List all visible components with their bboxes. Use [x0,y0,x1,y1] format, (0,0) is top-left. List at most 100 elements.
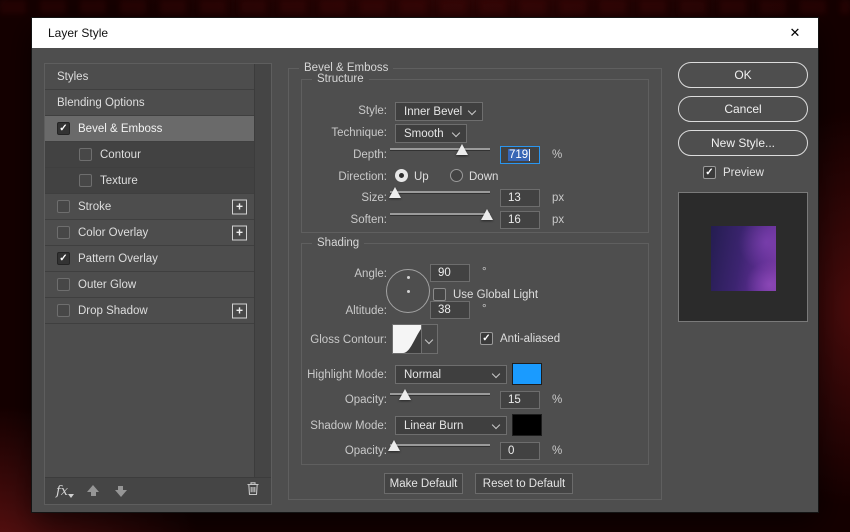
dial-center-dot [407,290,410,293]
highlight-color-swatch[interactable] [512,363,542,385]
preview-label: Preview [723,167,764,179]
dialog-title: Layer Style [48,26,108,40]
shadow-opacity-label: Opacity: [302,445,387,457]
slider-track[interactable] [390,444,490,446]
size-unit: px [552,192,564,204]
slider-thumb[interactable] [388,440,400,451]
structure-section: Structure Style: Inner Bevel Technique: … [301,79,649,233]
soften-label: Soften: [302,214,387,226]
slider-track[interactable] [390,213,490,215]
bevel-emboss-panel: Bevel & Emboss Structure Style: Inner Be… [288,68,662,500]
move-effect-down-icon[interactable] [114,484,128,498]
altitude-input[interactable]: 38 [430,301,470,319]
new-style-button[interactable]: New Style... [678,130,808,156]
checkbox-unchecked[interactable] [57,278,70,291]
direction-up-radio[interactable] [395,169,408,182]
checkbox-checked-icon[interactable]: ✓ [57,122,70,135]
style-dropdown-value: Inner Bevel [404,106,462,118]
shadow-opacity-input[interactable]: 0 [500,442,540,460]
angle-dial[interactable] [386,269,430,313]
sidebar-item-blending-options[interactable]: Blending Options [45,90,254,116]
preview-checkbox[interactable]: ✓ [703,166,716,179]
shadow-mode-dropdown[interactable]: Linear Burn [395,416,507,435]
cancel-button[interactable]: Cancel [678,96,808,122]
sidebar-item-outer-glow[interactable]: Outer Glow [45,272,254,298]
slider-thumb[interactable] [481,209,493,220]
sidebar-item-bevel-emboss[interactable]: ✓ Bevel & Emboss [45,116,254,142]
add-instance-icon[interactable]: + [232,303,247,318]
sidebar-item-drop-shadow[interactable]: Drop Shadow + [45,298,254,324]
slider-thumb[interactable] [399,389,411,400]
style-label: Style: [302,105,387,117]
angle-unit: ° [482,266,487,278]
slider-thumb[interactable] [456,144,468,155]
add-instance-icon[interactable]: + [232,199,247,214]
gloss-contour-thumbnail[interactable] [392,324,422,354]
move-effect-up-icon[interactable] [86,484,100,498]
highlight-mode-dropdown[interactable]: Normal [395,365,507,384]
sidebar-item-label: Bevel & Emboss [78,123,162,135]
soften-input[interactable]: 16 [500,211,540,229]
effects-list: Styles Blending Options ✓ Bevel & Emboss… [45,64,255,477]
style-preview-swatch [711,226,776,291]
technique-dropdown[interactable]: Smooth [395,124,467,143]
size-input-value: 13 [508,192,521,204]
sidebar-item-texture[interactable]: Texture [45,168,254,194]
reset-to-default-button[interactable]: Reset to Default [475,473,573,494]
size-input[interactable]: 13 [500,189,540,207]
sidebar-item-stroke[interactable]: Stroke + [45,194,254,220]
slider-thumb[interactable] [389,187,401,198]
size-slider[interactable] [390,185,490,199]
depth-input-value: 719 [508,149,529,161]
sidebar-item-label: Styles [57,71,88,83]
add-instance-icon[interactable]: + [232,225,247,240]
technique-dropdown-value: Smooth [404,128,444,140]
close-icon[interactable]: ✕ [772,18,818,48]
highlight-opacity-input[interactable]: 15 [500,391,540,409]
angle-input-value: 90 [438,267,451,279]
direction-down-label: Down [469,171,498,183]
depth-label: Depth: [302,149,387,161]
direction-up-label: Up [414,171,429,183]
style-preview-panel [678,192,808,322]
checkbox-checked-icon[interactable]: ✓ [57,252,70,265]
shadow-opacity-unit: % [552,445,562,457]
sidebar-item-styles[interactable]: Styles [45,64,254,90]
checkbox-unchecked[interactable] [57,226,70,239]
checkbox-unchecked[interactable] [79,174,92,187]
shadow-opacity-slider[interactable] [390,438,490,452]
sidebar-item-pattern-overlay[interactable]: ✓ Pattern Overlay [45,246,254,272]
gloss-contour-dropdown[interactable] [422,324,438,354]
slider-track[interactable] [390,148,490,150]
ok-button[interactable]: OK [678,62,808,88]
style-dropdown[interactable]: Inner Bevel [395,102,483,121]
sidebar-item-color-overlay[interactable]: Color Overlay + [45,220,254,246]
anti-aliased-checkbox[interactable]: ✓ [480,332,493,345]
checkbox-unchecked[interactable] [57,200,70,213]
shadow-mode-value: Linear Burn [404,420,463,432]
highlight-opacity-value: 15 [508,394,521,406]
direction-down-radio[interactable] [450,169,463,182]
chevron-down-icon [492,370,500,378]
use-global-light-checkbox[interactable] [433,288,446,301]
text-caret [529,149,530,161]
angle-label: Angle: [302,268,387,280]
soften-slider[interactable] [390,207,490,221]
slider-track[interactable] [390,191,490,193]
checkbox-unchecked[interactable] [79,148,92,161]
sidebar-item-label: Color Overlay [78,227,148,239]
highlight-opacity-slider[interactable] [390,387,490,401]
sidebar-item-label: Stroke [78,201,111,213]
fx-menu-icon[interactable]: fx [56,484,68,499]
make-default-button[interactable]: Make Default [384,473,463,494]
checkbox-unchecked[interactable] [57,304,70,317]
depth-input[interactable]: 719 [500,146,540,164]
angle-input[interactable]: 90 [430,264,470,282]
gloss-contour-label: Gloss Contour: [302,334,387,346]
sidebar-item-label: Pattern Overlay [78,253,158,265]
sidebar-item-contour[interactable]: Contour [45,142,254,168]
shading-section: Shading Angle: 90 ° Use Global Light Alt… [301,243,649,465]
delete-effect-icon[interactable] [246,481,260,501]
shadow-color-swatch[interactable] [512,414,542,436]
depth-slider[interactable] [390,142,490,156]
